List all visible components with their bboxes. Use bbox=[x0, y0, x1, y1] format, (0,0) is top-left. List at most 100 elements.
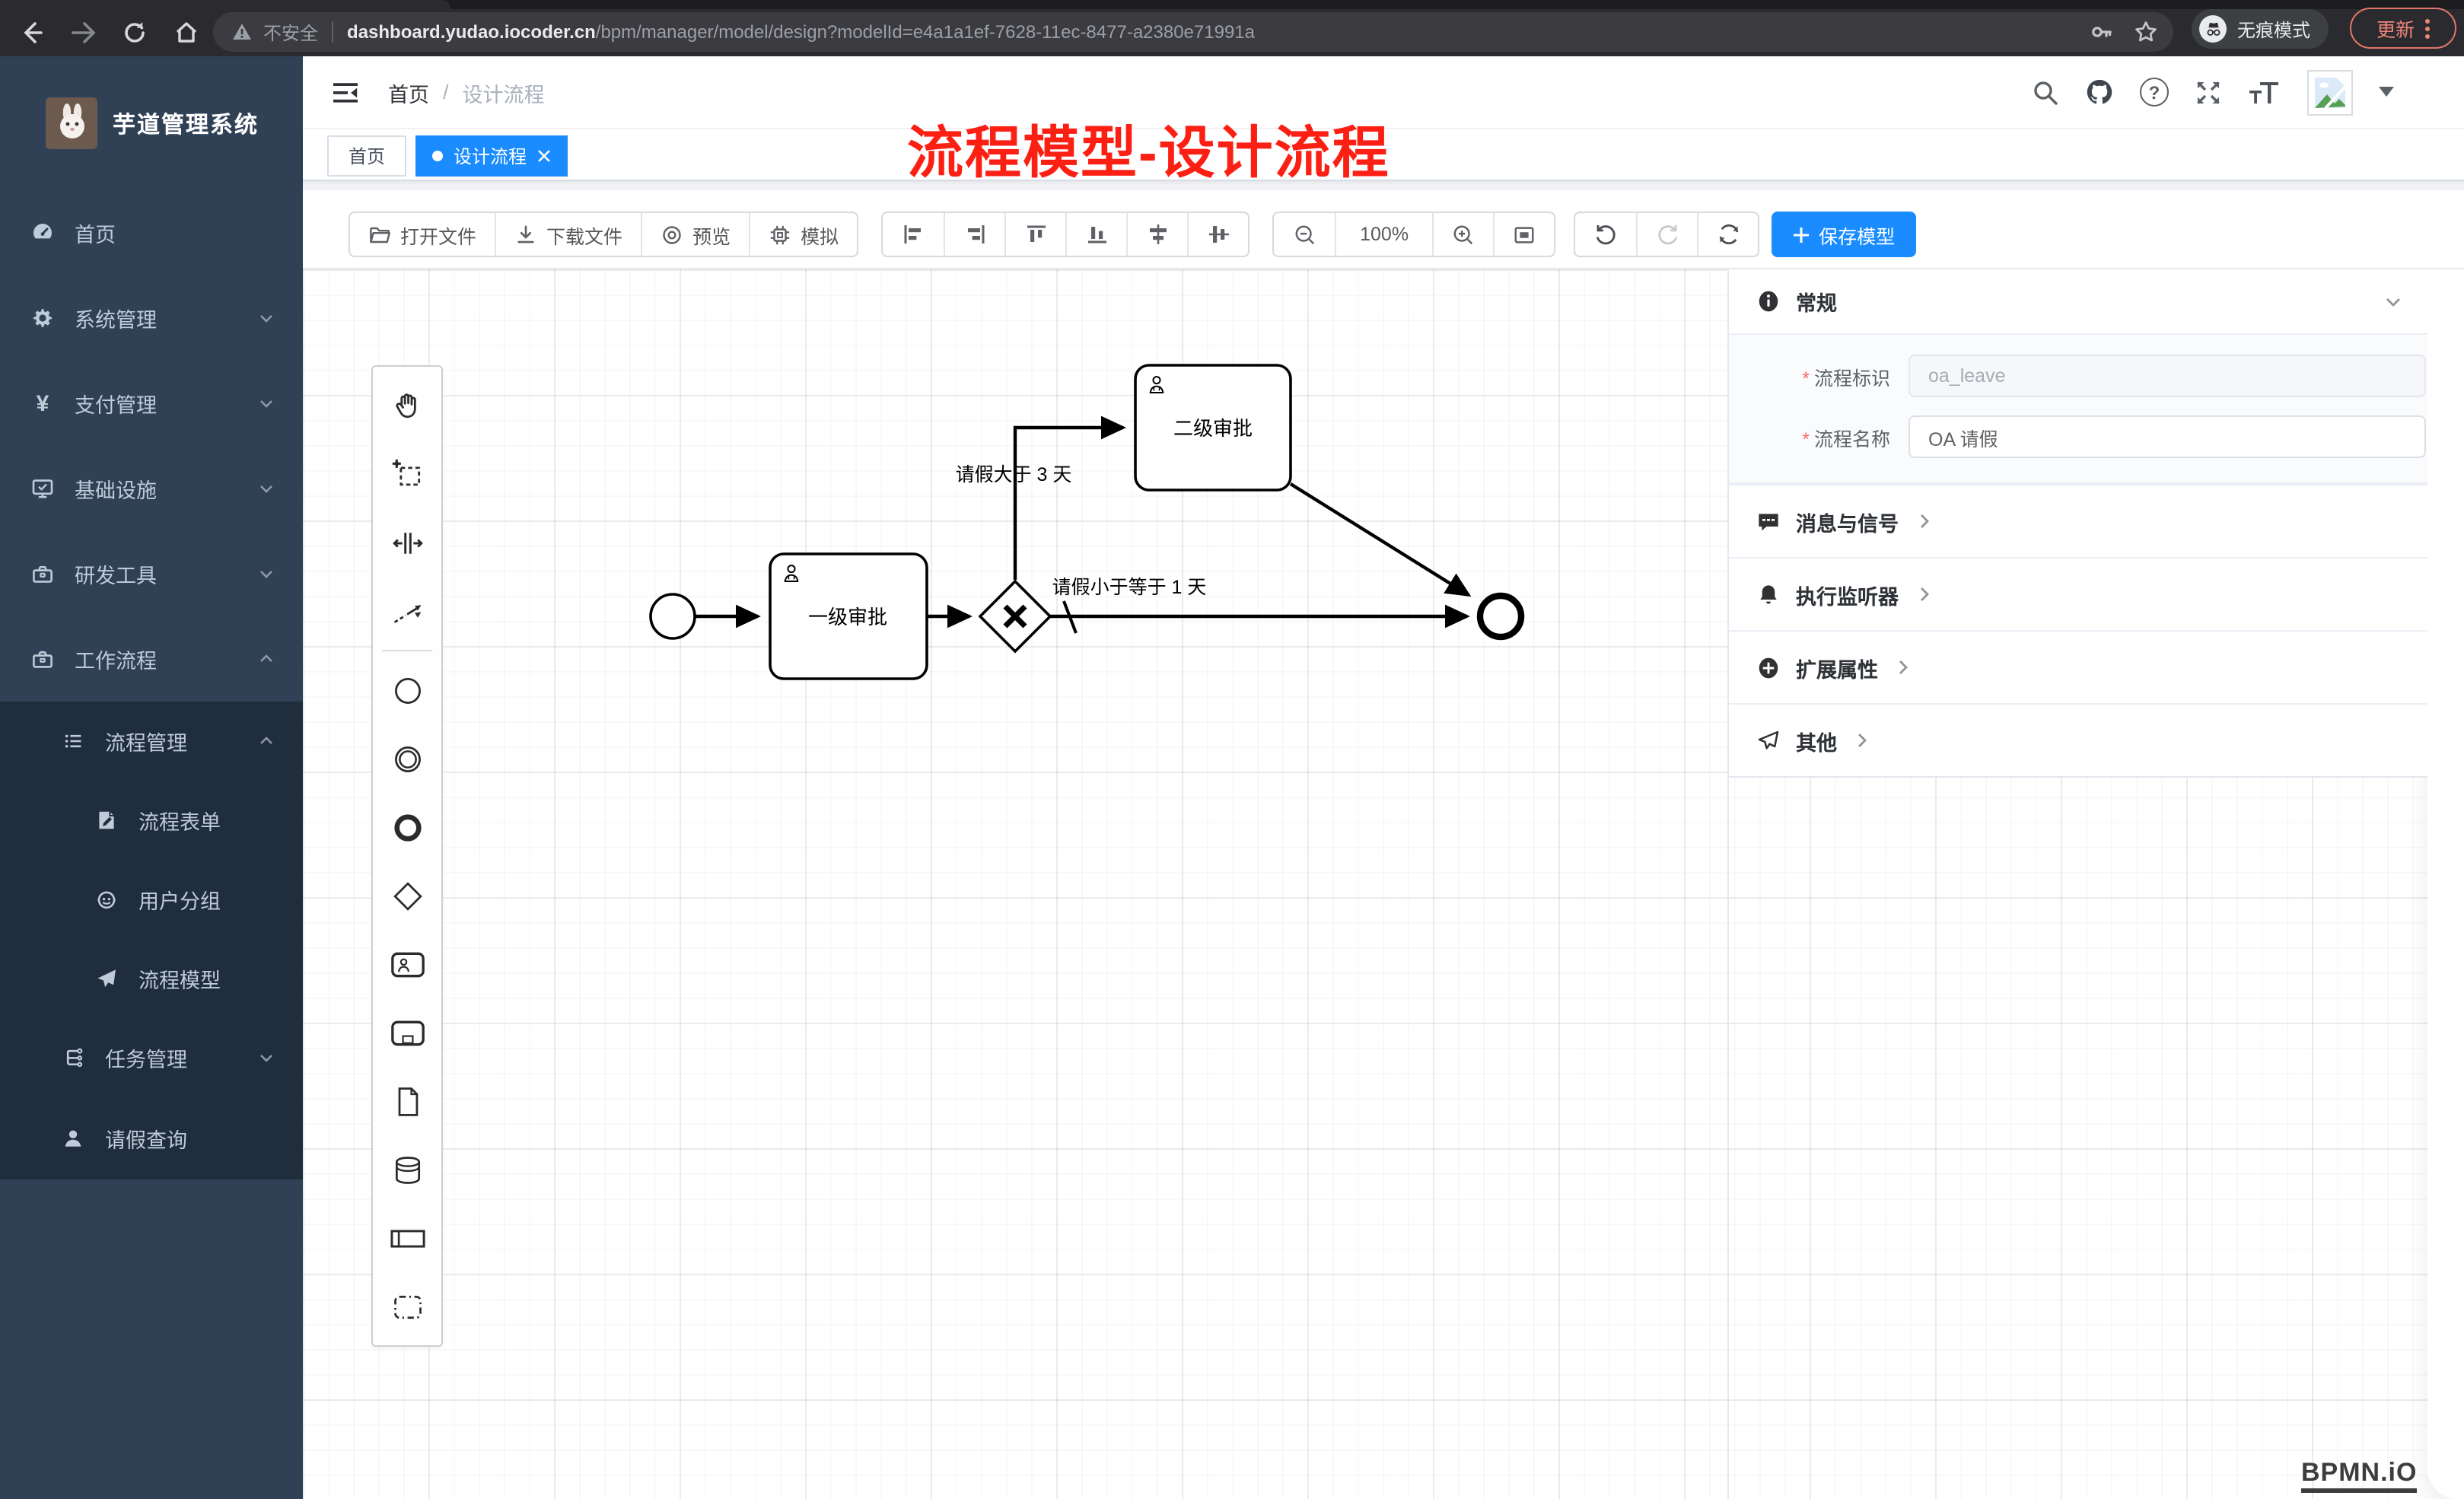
flow-label-le1[interactable]: 请假小于等于 1 天 bbox=[1052, 577, 1207, 598]
start-event[interactable] bbox=[651, 594, 695, 638]
breadcrumb-home[interactable]: 首页 bbox=[388, 77, 429, 107]
sidebar-collapse-icon[interactable] bbox=[330, 77, 361, 107]
sidebar-item-label: 基础设施 bbox=[75, 473, 157, 504]
process-key-input[interactable] bbox=[1908, 355, 2426, 397]
tab-home[interactable]: 首页 bbox=[327, 135, 406, 177]
sidebar-item-system[interactable]: 系统管理 bbox=[0, 275, 303, 361]
password-key-icon[interactable] bbox=[2090, 20, 2114, 44]
align-center-vertical-button[interactable] bbox=[1187, 213, 1248, 256]
sidebar-item-label: 流程表单 bbox=[138, 805, 221, 835]
bookmark-star-icon[interactable] bbox=[2134, 20, 2158, 44]
section-message-signal[interactable]: 消息与信号 bbox=[1729, 484, 2427, 557]
briefcase-icon bbox=[30, 647, 55, 671]
task-second-approval[interactable]: 二级审批 bbox=[1135, 365, 1291, 490]
undo-icon bbox=[1593, 222, 1618, 247]
sidebar-item-infra[interactable]: 基础设施 bbox=[0, 446, 303, 531]
app-logo bbox=[46, 97, 97, 149]
sidebar-item-label: 用户分组 bbox=[138, 884, 221, 915]
dashboard-icon bbox=[30, 221, 55, 245]
sidebar-item-process-model[interactable]: 流程模型 bbox=[0, 939, 303, 1018]
required-mark: * bbox=[1802, 368, 1810, 389]
home-icon[interactable] bbox=[170, 18, 201, 48]
back-icon[interactable] bbox=[15, 18, 46, 48]
zoom-in-icon bbox=[1452, 223, 1475, 246]
zoom-level: 100% bbox=[1335, 213, 1432, 256]
chevron-down-icon[interactable] bbox=[2383, 291, 2403, 311]
preview-button[interactable]: 预览 bbox=[641, 213, 749, 256]
section-execution-listener[interactable]: 执行监听器 bbox=[1729, 557, 2427, 630]
browser-chrome: 不安全 dashboard.yudao.iocoder.cn/bpm/manag… bbox=[0, 0, 2464, 56]
sidebar-item-user-group[interactable]: 用户分组 bbox=[0, 860, 303, 939]
designer-toolbar: 打开文件 下载文件 预览 bbox=[303, 190, 2464, 268]
tab-design-process[interactable]: 设计流程 bbox=[415, 135, 568, 177]
refresh-button[interactable] bbox=[1697, 213, 1758, 256]
sidebar-item-task-mgmt[interactable]: 任务管理 bbox=[0, 1018, 303, 1097]
section-extended-properties[interactable]: 扩展属性 bbox=[1729, 630, 2427, 703]
message-icon bbox=[1756, 509, 1781, 533]
browser-update-button[interactable]: 更新 bbox=[2350, 8, 2456, 49]
flow-label-gt3[interactable]: 请假大于 3 天 bbox=[956, 464, 1072, 485]
sidebar-item-workflow[interactable]: 工作流程 bbox=[0, 616, 303, 702]
align-center-horizontal-button[interactable] bbox=[1126, 213, 1187, 256]
task-first-approval[interactable]: 一级审批 bbox=[770, 554, 927, 679]
breadcrumb: 首页 / 设计流程 bbox=[388, 77, 545, 107]
sidebar-item-label: 工作流程 bbox=[75, 644, 157, 674]
update-label[interactable]: 更新 bbox=[2376, 14, 2415, 43]
section-other[interactable]: 其他 bbox=[1729, 703, 2427, 776]
sidebar-item-devtools[interactable]: 研发工具 bbox=[0, 531, 303, 616]
flow-gateway-to-task2[interactable] bbox=[1015, 428, 1123, 580]
list-icon bbox=[61, 729, 85, 753]
zoom-in-button[interactable] bbox=[1432, 213, 1493, 256]
download-file-button[interactable]: 下载文件 bbox=[495, 213, 641, 256]
chevron-right-icon bbox=[1914, 584, 1934, 604]
open-file-button[interactable]: 打开文件 bbox=[350, 213, 495, 256]
redo-button[interactable] bbox=[1636, 213, 1697, 256]
avatar[interactable] bbox=[2307, 69, 2353, 115]
align-right-icon bbox=[964, 224, 985, 245]
align-left-icon bbox=[903, 224, 924, 245]
security-label[interactable]: 不安全 bbox=[263, 19, 318, 45]
forward-icon[interactable] bbox=[67, 18, 97, 48]
tab-close-icon[interactable] bbox=[537, 149, 551, 163]
align-bottom-button[interactable] bbox=[1065, 213, 1126, 256]
flow-task2-to-end[interactable] bbox=[1291, 484, 1469, 595]
help-icon[interactable]: ? bbox=[2140, 78, 2169, 107]
sidebar-item-home[interactable]: 首页 bbox=[0, 190, 303, 275]
align-top-icon bbox=[1025, 224, 1046, 245]
chevron-down-icon bbox=[257, 479, 275, 498]
bpmn-canvas[interactable]: 一级审批 二级审批 bbox=[303, 268, 2464, 1499]
avatar-caret-icon[interactable] bbox=[2379, 87, 2394, 97]
bpmn-io-watermark[interactable]: BPMN.iO bbox=[2301, 1459, 2417, 1493]
zoom-out-icon bbox=[1293, 223, 1316, 246]
simulate-button[interactable]: 模拟 bbox=[749, 213, 857, 256]
save-model-button[interactable]: 保存模型 bbox=[1772, 212, 1916, 257]
sidebar-item-leave-query[interactable]: 请假查询 bbox=[0, 1097, 303, 1179]
github-icon[interactable] bbox=[2085, 78, 2114, 107]
fullscreen-icon[interactable] bbox=[2195, 78, 2222, 106]
end-event[interactable] bbox=[1480, 596, 1521, 637]
align-right-button[interactable] bbox=[944, 213, 1004, 256]
search-icon[interactable] bbox=[2032, 78, 2059, 106]
align-top-button[interactable] bbox=[1004, 213, 1065, 256]
redo-icon bbox=[1655, 222, 1679, 247]
zoom-out-button[interactable] bbox=[1274, 213, 1335, 256]
section-general[interactable]: 常规 bbox=[1729, 269, 2427, 333]
sidebar-item-process-mgmt[interactable]: 流程管理 bbox=[0, 702, 303, 781]
send-plane-icon bbox=[1756, 728, 1781, 753]
browser-active-tab[interactable] bbox=[0, 0, 450, 9]
process-name-input[interactable] bbox=[1908, 415, 2426, 458]
sidebar-item-payment[interactable]: ¥ 支付管理 bbox=[0, 361, 303, 446]
reload-icon[interactable] bbox=[119, 18, 149, 48]
sidebar-item-process-form[interactable]: 流程表单 bbox=[0, 781, 303, 860]
url-host: dashboard.yudao.iocoder.cn bbox=[347, 21, 596, 43]
field-label: *流程标识 bbox=[1729, 361, 1890, 390]
align-left-button[interactable] bbox=[883, 213, 944, 256]
zoom-reset-button[interactable] bbox=[1493, 213, 1554, 256]
browser-window: 不安全 dashboard.yudao.iocoder.cn/bpm/manag… bbox=[0, 0, 2464, 1499]
exclusive-gateway[interactable] bbox=[980, 581, 1050, 651]
workflow-submenu: 流程管理 流程表单 用户分组 流程模型 bbox=[0, 702, 303, 1179]
font-size-icon[interactable] bbox=[2248, 78, 2281, 106]
browser-menu-icon[interactable] bbox=[2424, 18, 2430, 39]
undo-button[interactable] bbox=[1575, 213, 1636, 256]
url-bar[interactable]: 不安全 dashboard.yudao.iocoder.cn/bpm/manag… bbox=[213, 12, 2173, 52]
